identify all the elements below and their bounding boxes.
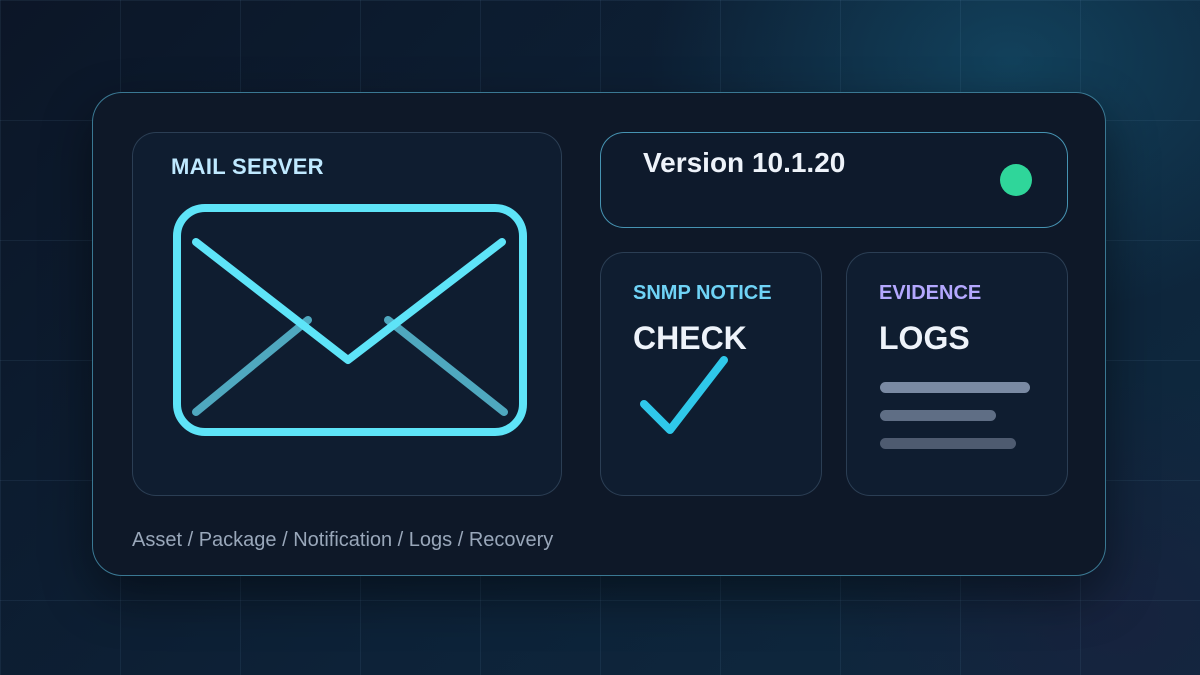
evidence-label: EVIDENCE	[879, 282, 982, 304]
version-label: Version 10.1.20	[643, 147, 846, 178]
breadcrumb: Asset / Package / Notification / Logs / …	[132, 529, 554, 551]
log-line-icon	[880, 382, 1030, 393]
envelope-icon	[173, 204, 527, 436]
mail-server-title: MAIL SERVER	[171, 154, 324, 179]
snmp-notice-label: SNMP NOTICE	[633, 282, 772, 304]
log-line-icon	[880, 410, 996, 421]
evidence-value: LOGS	[879, 320, 970, 356]
log-line-icon	[880, 438, 1016, 449]
status-indicator-dot	[1000, 164, 1032, 196]
checkmark-icon	[640, 356, 728, 434]
